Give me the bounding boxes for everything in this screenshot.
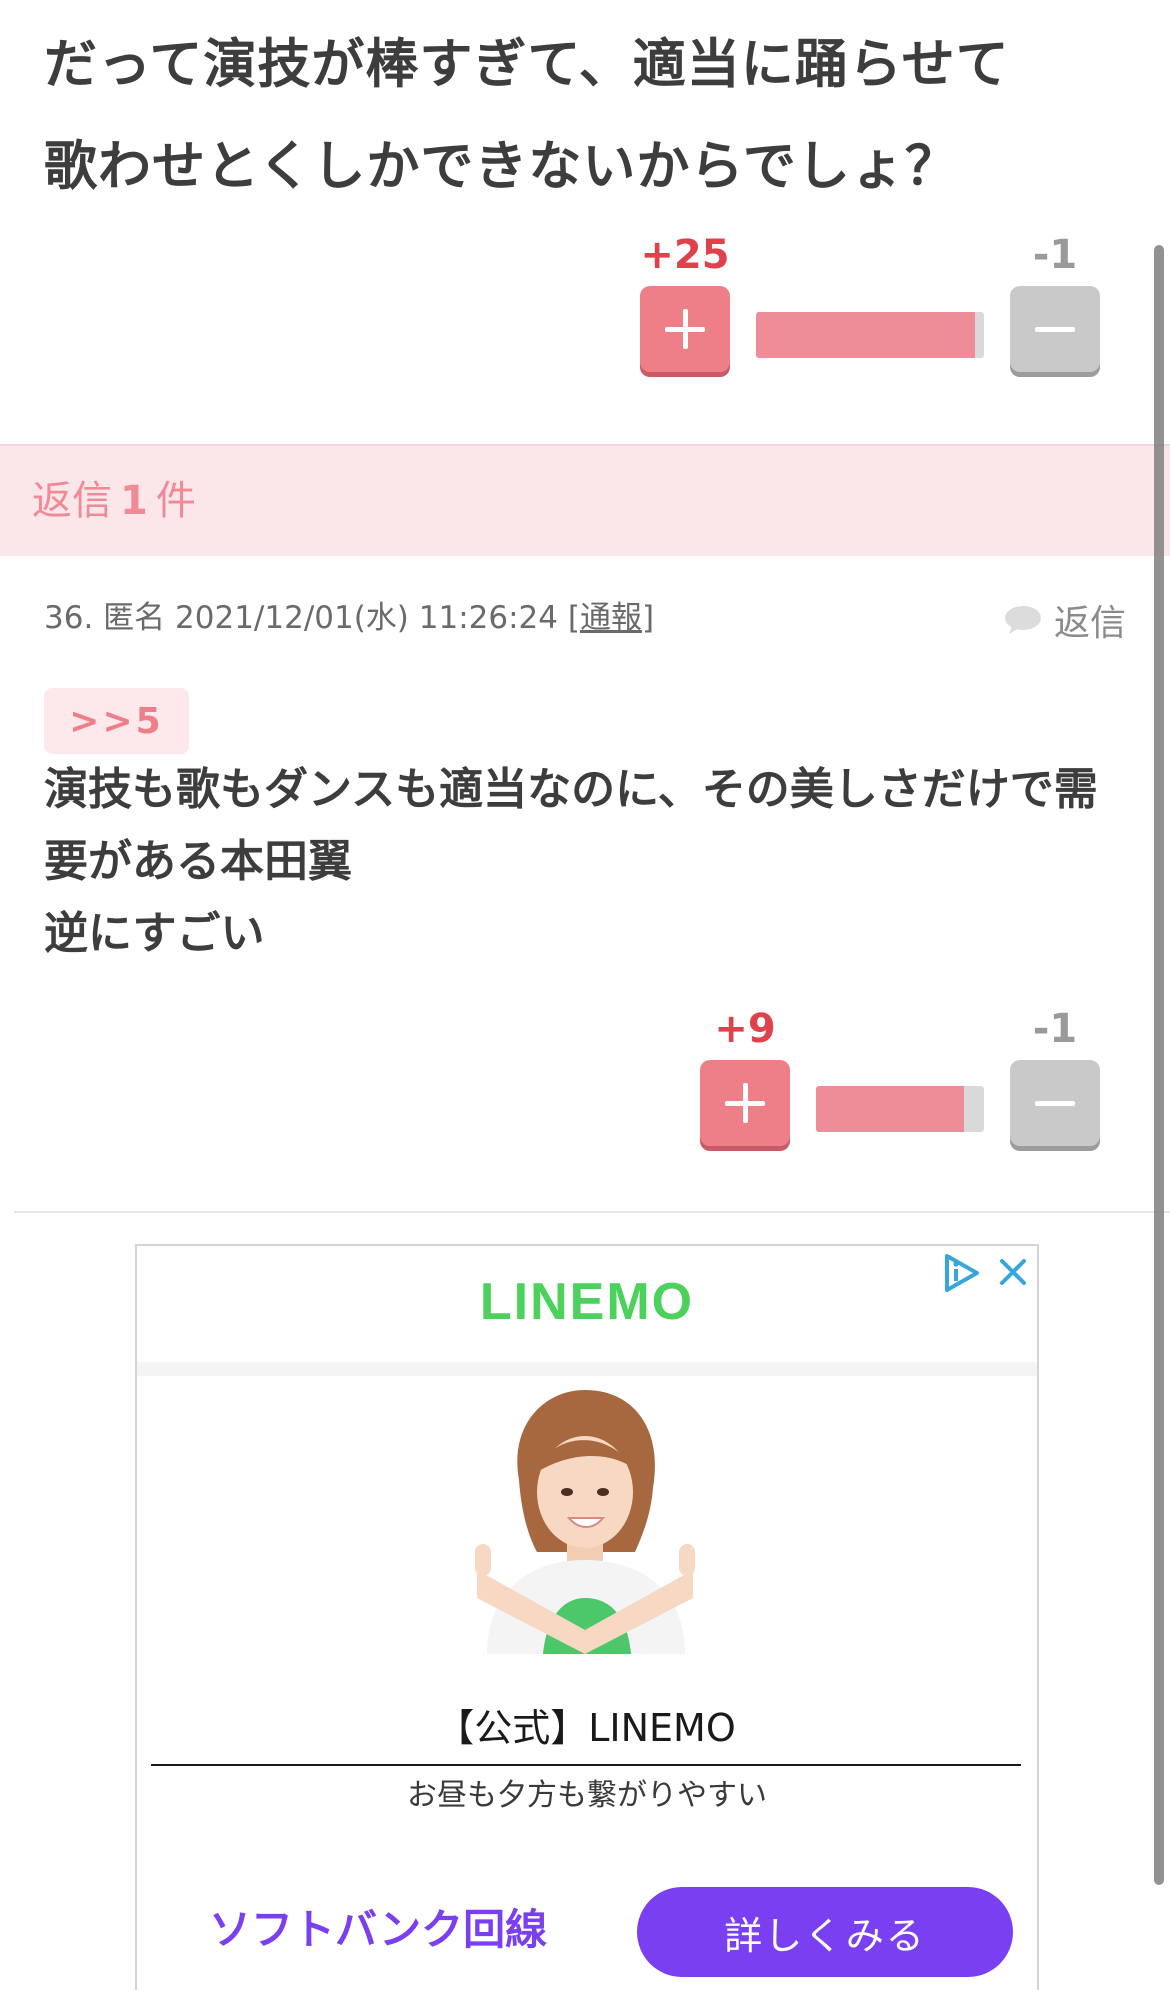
comment-body-line: 歌わせとくしかできないからでしょ？ xyxy=(44,136,959,197)
reply-button[interactable]: 返信 xyxy=(1004,594,1126,646)
plus-icon xyxy=(725,1083,765,1123)
ad-choices-icon[interactable] xyxy=(941,1252,983,1294)
scrollbar[interactable] xyxy=(1154,245,1164,1885)
plus-count: +25 xyxy=(640,232,730,278)
comment-author: 匿名 xyxy=(103,600,166,636)
plus-icon xyxy=(665,309,705,349)
ad-header: LINEMO xyxy=(137,1246,1037,1362)
vote-ratio-fill xyxy=(816,1086,964,1132)
minus-icon xyxy=(1035,309,1075,349)
plus-count: +9 xyxy=(714,1006,776,1052)
comment-number: 36. xyxy=(44,600,94,636)
vote-ratio-bar xyxy=(816,1086,984,1132)
minus-icon xyxy=(1035,1083,1075,1123)
comment-body-line: 演技も歌もダンスも適当なのに、その美しさだけで需 xyxy=(44,764,1098,815)
advertisement[interactable]: LINEMO 【公式】LINEMO お昼も夕方も繋がりやすい ソフトバンク回線 … xyxy=(135,1244,1039,1990)
minus-vote-button[interactable] xyxy=(1010,1060,1100,1146)
ad-header-divider xyxy=(137,1362,1037,1376)
comment-body-line: 要がある本田翼 xyxy=(44,836,352,887)
ad-cta-button[interactable]: 詳しくみる xyxy=(637,1887,1013,1977)
reply-count-banner[interactable]: 返信 1 件 xyxy=(0,444,1170,556)
comment-meta: 36. 匿名 2021/12/01(水) 11:26:24 [通報] xyxy=(44,598,654,638)
report-link[interactable]: 通報 xyxy=(580,600,642,636)
report-bracket-open: [ xyxy=(567,600,580,636)
plus-vote-button[interactable] xyxy=(640,286,730,372)
comment-top: だって演技が棒すぎて、適当に踊らせて 歌わせとくしかできないからでしょ？ +25… xyxy=(0,0,1170,444)
ad-advertiser-name[interactable]: ソフトバンク回線 xyxy=(209,1902,547,1958)
anchor-link[interactable]: >>5 xyxy=(44,688,189,754)
comment-reply: 36. 匿名 2021/12/01(水) 11:26:24 [通報] 返信 >>… xyxy=(0,554,1170,1214)
vote-widget: +25 -1 xyxy=(640,230,1100,372)
reply-count-text: 返信 1 件 xyxy=(32,476,196,526)
reply-count-number: 1 xyxy=(120,478,148,524)
report-bracket-close: ] xyxy=(641,600,655,636)
comment-timestamp: 2021/12/01(水) 11:26:24 xyxy=(175,600,558,636)
close-icon[interactable] xyxy=(995,1254,1031,1290)
ad-brand-logo: LINEMO xyxy=(479,1273,695,1331)
comment-body: 演技も歌もダンスも適当なのに、その美しさだけで需 要がある本田翼 逆にすごい xyxy=(44,754,1134,970)
comment-body-line: 逆にすごい xyxy=(44,908,265,959)
minus-vote-button[interactable] xyxy=(1010,286,1100,372)
ad-title[interactable]: 【公式】LINEMO xyxy=(151,1702,1021,1766)
reply-count-suffix: 件 xyxy=(155,478,196,524)
comment-body-line: だって演技が棒すぎて、適当に踊らせて xyxy=(44,34,1010,95)
ad-subtitle: お昼も夕方も繋がりやすい xyxy=(407,1778,767,1813)
minus-count: -1 xyxy=(1032,1006,1078,1052)
minus-count: -1 xyxy=(1032,232,1078,278)
plus-vote-button[interactable] xyxy=(700,1060,790,1146)
vote-ratio-bar xyxy=(756,312,984,358)
reply-count-prefix: 返信 xyxy=(32,478,112,524)
comment-body: だって演技が棒すぎて、適当に踊らせて 歌わせとくしかできないからでしょ？ xyxy=(44,14,1134,218)
vote-ratio-fill xyxy=(756,312,975,358)
ad-model-photo[interactable] xyxy=(457,1384,707,1654)
section-divider xyxy=(14,1211,1170,1213)
reply-button-label: 返信 xyxy=(1053,603,1126,644)
speech-bubble-icon xyxy=(1004,606,1041,634)
vote-widget: +9 -1 xyxy=(700,1004,1100,1146)
